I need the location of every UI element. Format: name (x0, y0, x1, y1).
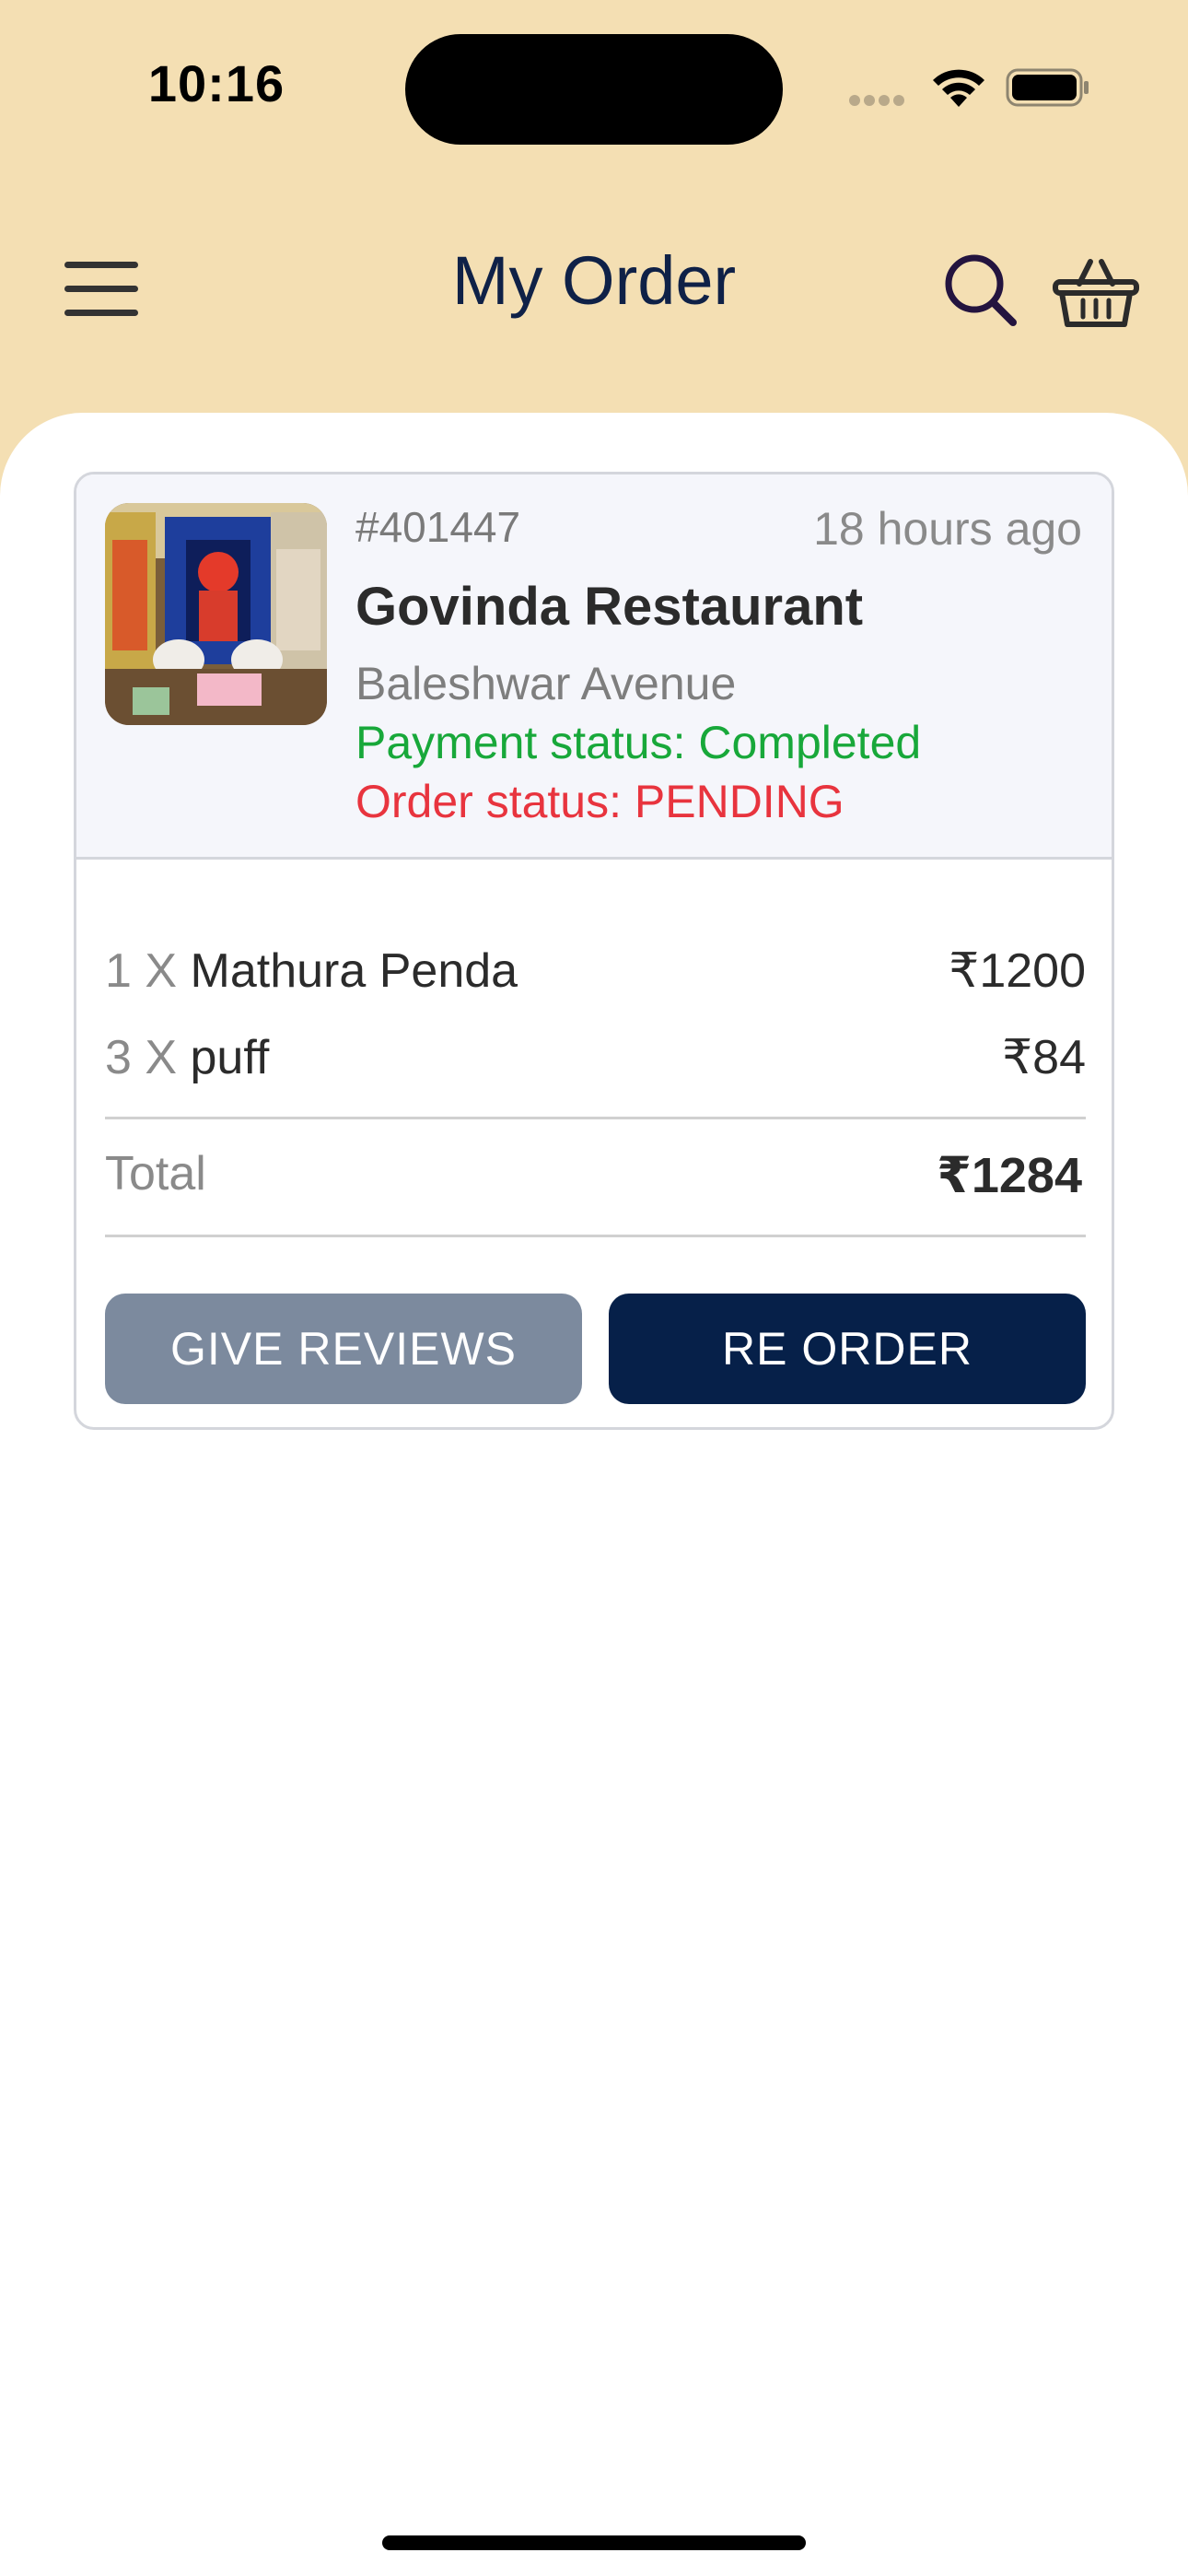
divider (105, 1235, 1086, 1237)
hamburger-menu-icon[interactable] (64, 256, 142, 321)
restaurant-image (105, 503, 327, 725)
total-value: ₹1284 (937, 1148, 1082, 1203)
cellular-signal-icon (849, 94, 914, 107)
item-price: ₹84 (1002, 1031, 1086, 1084)
total-label: Total (105, 1147, 206, 1200)
item-name: puff (190, 1031, 270, 1084)
reorder-button[interactable]: RE ORDER (609, 1294, 1086, 1404)
item-price: ₹1200 (949, 944, 1086, 998)
order-item-row: 1 X Mathura Penda ₹1200 (105, 943, 1086, 1008)
status-bar: 10:16 (0, 0, 1188, 175)
basket-icon[interactable] (1052, 256, 1140, 330)
payment-status: Payment status: Completed (355, 717, 922, 768)
status-time: 10:16 (147, 54, 285, 112)
order-time: 18 hours ago (813, 503, 1082, 555)
order-id: #401447 (355, 503, 521, 551)
order-card[interactable]: #401447 18 hours ago Govinda Restaurant … (74, 472, 1114, 1430)
restaurant-address: Baleshwar Avenue (355, 658, 737, 709)
dynamic-island (405, 34, 783, 145)
item-name: Mathura Penda (190, 944, 518, 998)
divider (105, 1117, 1086, 1119)
order-card-header: #401447 18 hours ago Govinda Restaurant … (76, 474, 1112, 860)
order-status: Order status: PENDING (355, 776, 844, 827)
order-item-row: 3 X puff ₹84 (105, 1030, 1086, 1095)
item-quantity: 3 X (105, 1031, 178, 1084)
give-reviews-button[interactable]: GIVE REVIEWS (105, 1294, 582, 1404)
battery-icon (1006, 68, 1089, 107)
restaurant-name: Govinda Restaurant (355, 577, 864, 637)
wifi-icon (933, 69, 984, 107)
page-title: My Order (451, 242, 737, 319)
search-icon[interactable] (941, 251, 1019, 328)
home-indicator[interactable] (382, 2535, 806, 2550)
item-quantity: 1 X (105, 944, 178, 998)
